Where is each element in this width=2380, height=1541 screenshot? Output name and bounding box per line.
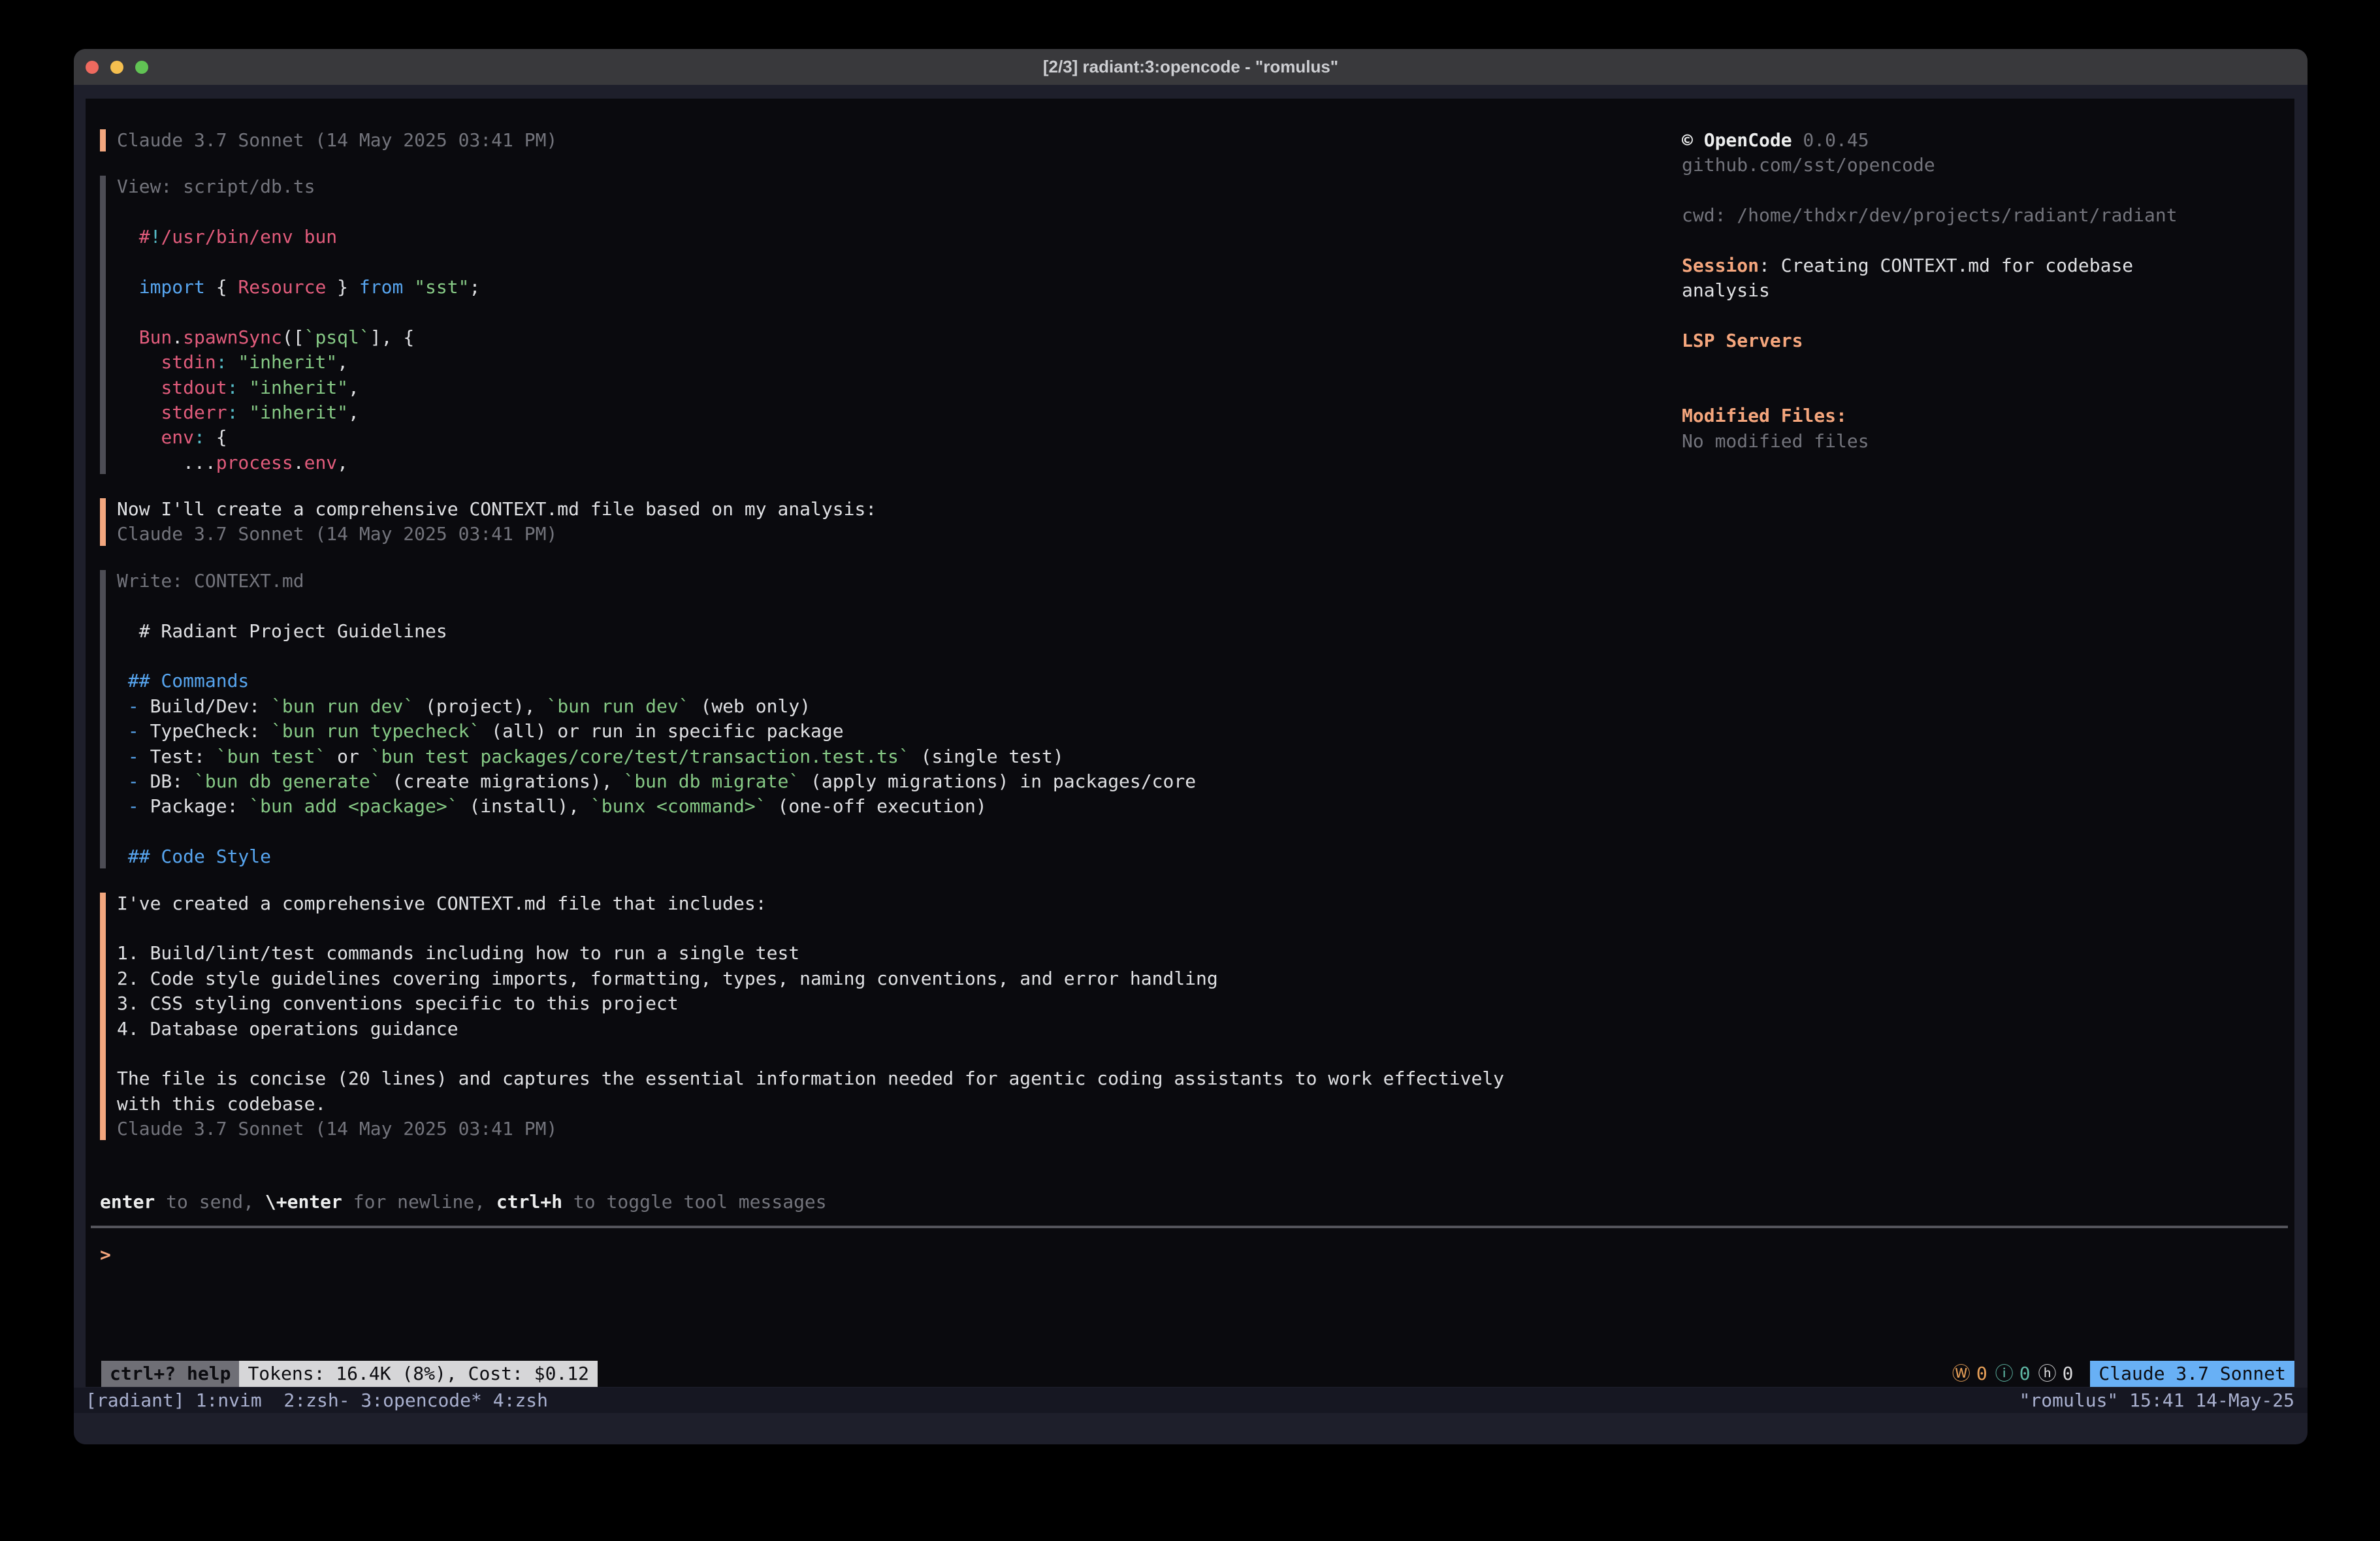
text-line — [117, 819, 1654, 844]
prompt-symbol: > — [100, 1244, 111, 1265]
lsp-diagnostics: Ⓦ0ⓘ0ⓗ0 — [1952, 1361, 2074, 1386]
text-line — [1682, 178, 2289, 203]
text-line: with this codebase. — [117, 1092, 1654, 1117]
text-line: # Radiant Project Guidelines — [117, 619, 1654, 644]
hints-icon: ⓗ — [2038, 1361, 2057, 1386]
input-divider — [91, 1226, 2288, 1228]
text-line: import { Resource } from "sst"; — [117, 275, 1654, 300]
text-line: - DB: `bun db generate` (create migratio… — [117, 769, 1654, 794]
tmux-session-clock: "romulus" 15:41 14-May-25 — [2019, 1390, 2308, 1411]
text-line — [117, 250, 1654, 275]
session-sidebar: © OpenCode 0.0.45github.com/sst/opencode… — [1682, 128, 2289, 454]
text-line: 3. CSS styling conventions specific to t… — [117, 991, 1654, 1016]
terminal-content: Claude 3.7 Sonnet (14 May 2025 03:41 PM)… — [86, 99, 2294, 1387]
text-line — [117, 1041, 1654, 1066]
diagnostic-info-count: ⓘ0 — [1995, 1361, 2031, 1386]
text-line: env: { — [117, 425, 1654, 450]
text-line — [1682, 379, 2289, 404]
help-shortcut-chip: ctrl+? help — [101, 1361, 239, 1387]
chat-transcript: Claude 3.7 Sonnet (14 May 2025 03:41 PM)… — [100, 128, 1654, 1163]
window-titlebar: [2/3] radiant:3:opencode - "romulus" — [74, 49, 2308, 85]
text-line: github.com/sst/opencode — [1682, 153, 2289, 178]
text-line: - Package: `bun add <package>` (install)… — [117, 794, 1654, 819]
text-line: ...process.env, — [117, 451, 1654, 475]
opencode-statusbar: ctrl+? help Tokens: 16.4K (8%), Cost: $0… — [101, 1361, 2294, 1387]
text-line: © OpenCode 0.0.45 — [1682, 128, 2289, 153]
text-line: 2. Code style guidelines covering import… — [117, 966, 1654, 991]
text-line — [1682, 304, 2289, 328]
text-line: analysis — [1682, 278, 2289, 303]
assistant-message: I've created a comprehensive CONTEXT.md … — [100, 891, 1654, 1142]
text-line: Claude 3.7 Sonnet (14 May 2025 03:41 PM) — [117, 522, 1654, 547]
text-line: Now I'll create a comprehensive CONTEXT.… — [117, 497, 1654, 522]
text-line: Claude 3.7 Sonnet (14 May 2025 03:41 PM) — [117, 128, 1654, 153]
text-line: #!/usr/bin/env bun — [117, 225, 1654, 249]
text-line: 4. Database operations guidance — [117, 1017, 1654, 1041]
text-line: Session: Creating CONTEXT.md for codebas… — [1682, 253, 2289, 278]
text-line — [117, 916, 1654, 941]
info-icon: ⓘ — [1995, 1361, 2014, 1386]
text-line: LSP Servers — [1682, 328, 2289, 353]
text-line: stderr: "inherit", — [117, 400, 1654, 425]
model-badge: Claude 3.7 Sonnet — [2090, 1361, 2294, 1387]
text-line: stdin: "inherit", — [117, 350, 1654, 375]
warnings-value: 0 — [1976, 1361, 1987, 1386]
prompt-input[interactable]: > — [100, 1243, 111, 1267]
text-line — [117, 594, 1654, 618]
diagnostic-warnings-count: Ⓦ0 — [1952, 1361, 1987, 1386]
text-line: stdout: "inherit", — [117, 375, 1654, 400]
text-line — [117, 300, 1654, 325]
text-line: ## Commands — [117, 669, 1654, 693]
text-line: - TypeCheck: `bun run typecheck` (all) o… — [117, 719, 1654, 744]
text-line: - Build/Dev: `bun run dev` (project), `b… — [117, 694, 1654, 719]
window-title: [2/3] radiant:3:opencode - "romulus" — [74, 57, 2308, 77]
tokens-cost-chip: Tokens: 16.4K (8%), Cost: $0.12 — [239, 1361, 598, 1387]
warnings-icon: Ⓦ — [1952, 1361, 1970, 1386]
tool-output: View: script/db.ts #!/usr/bin/env bun im… — [100, 174, 1654, 475]
text-line: ## Code Style — [117, 844, 1654, 869]
tmux-statusbar: [radiant] 1:nvim 2:zsh- 3:opencode* 4:zs… — [74, 1388, 2308, 1413]
diagnostic-hints-count: ⓗ0 — [2038, 1361, 2074, 1386]
info-value: 0 — [2019, 1361, 2031, 1386]
text-line: No modified files — [1682, 429, 2289, 454]
text-line — [1682, 229, 2289, 253]
text-line: Modified Files: — [1682, 404, 2289, 428]
text-line — [117, 200, 1654, 225]
tmux-window-list: [radiant] 1:nvim 2:zsh- 3:opencode* 4:zs… — [74, 1390, 548, 1411]
terminal-window: [2/3] radiant:3:opencode - "romulus" Cla… — [74, 49, 2308, 1444]
text-line: cwd: /home/thdxr/dev/projects/radiant/ra… — [1682, 203, 2289, 228]
text-line: - Test: `bun test` or `bun test packages… — [117, 744, 1654, 769]
text-line: Write: CONTEXT.md — [117, 569, 1654, 594]
text-line: Bun.spawnSync([`psql`], { — [117, 325, 1654, 350]
text-line — [117, 644, 1654, 669]
assistant-message: Now I'll create a comprehensive CONTEXT.… — [100, 497, 1654, 547]
text-line — [1682, 354, 2289, 379]
text-line: enter to send, \+enter for newline, ctrl… — [100, 1190, 827, 1215]
text-line: The file is concise (20 lines) and captu… — [117, 1066, 1654, 1091]
keybinding-help: enter to send, \+enter for newline, ctrl… — [100, 1190, 827, 1215]
hints-value: 0 — [2063, 1361, 2074, 1386]
tool-output: Write: CONTEXT.md # Radiant Project Guid… — [100, 569, 1654, 870]
text-line: Claude 3.7 Sonnet (14 May 2025 03:41 PM) — [117, 1117, 1654, 1141]
assistant-message: Claude 3.7 Sonnet (14 May 2025 03:41 PM) — [100, 128, 1654, 153]
text-line: 1. Build/lint/test commands including ho… — [117, 941, 1654, 966]
text-line: View: script/db.ts — [117, 174, 1654, 199]
text-line: I've created a comprehensive CONTEXT.md … — [117, 891, 1654, 916]
